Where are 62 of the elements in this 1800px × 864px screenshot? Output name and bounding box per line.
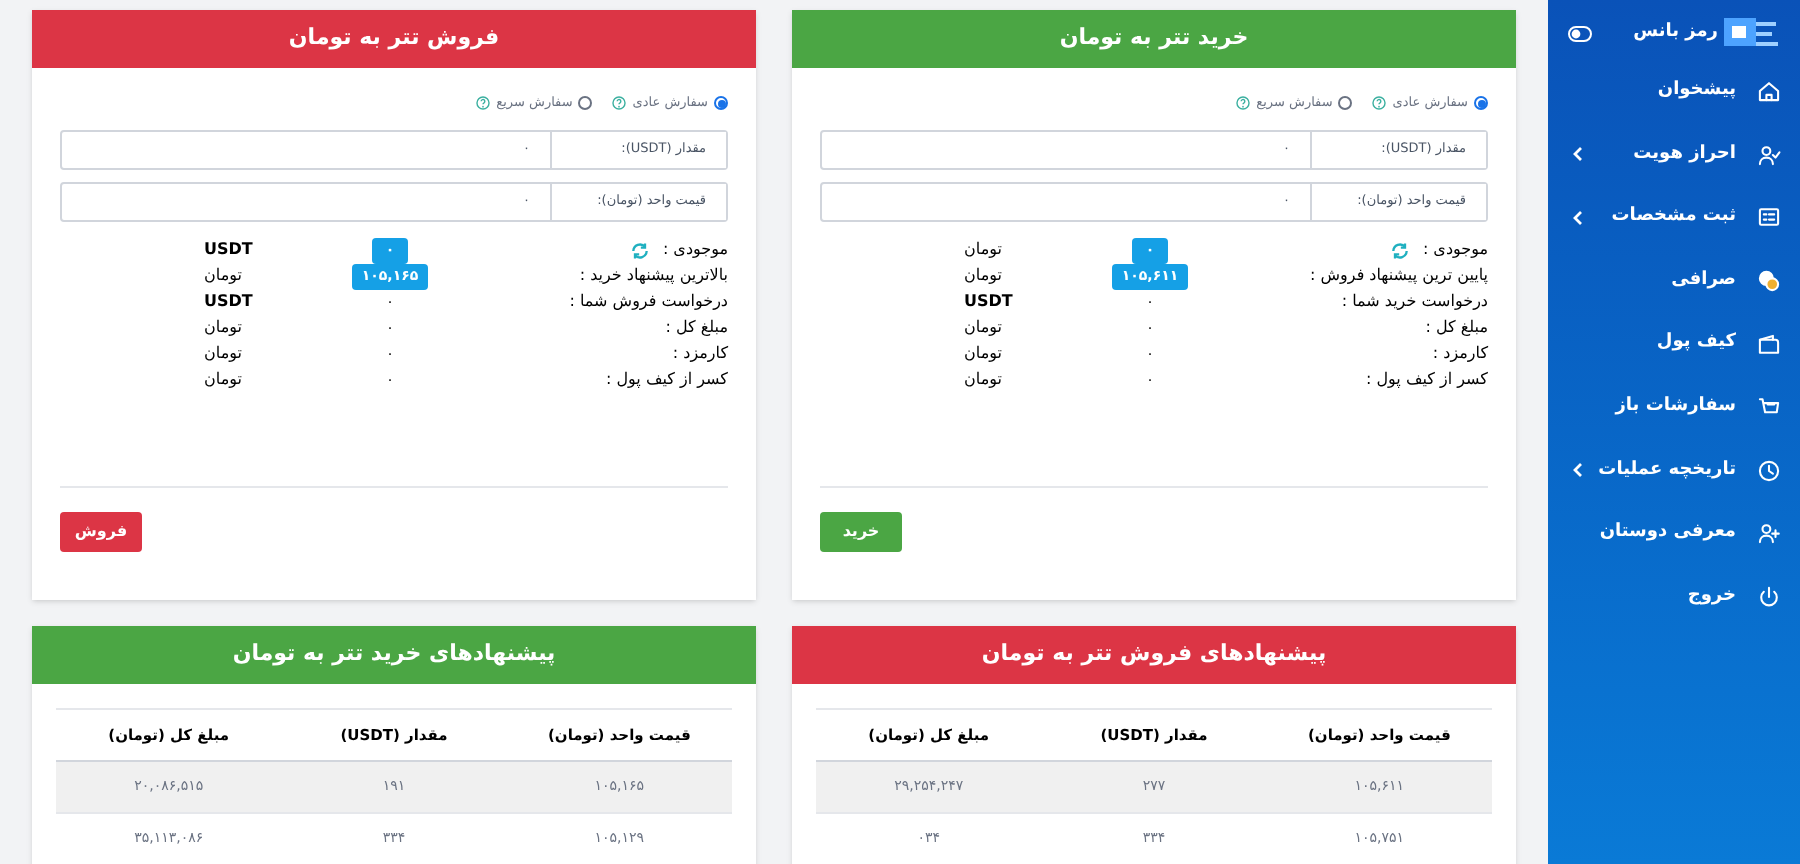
coins-icon bbox=[1756, 268, 1782, 295]
sidebar-item[interactable]: خروج bbox=[1548, 565, 1800, 629]
info-label: مبلغ کل : bbox=[665, 316, 728, 341]
user-check-icon bbox=[1756, 141, 1782, 168]
help-icon[interactable] bbox=[1372, 96, 1387, 111]
radio-button[interactable] bbox=[714, 96, 728, 111]
logo-text: رمز بانس bbox=[1633, 20, 1718, 47]
unit-label: تومان bbox=[204, 342, 244, 367]
unit-label: USDT bbox=[204, 238, 255, 263]
wallet-icon bbox=[1756, 331, 1782, 358]
clock-icon bbox=[1756, 457, 1782, 484]
info-label: درخواست خرید شما : bbox=[1341, 290, 1488, 315]
refresh-icon[interactable] bbox=[630, 241, 651, 260]
radio-button[interactable] bbox=[1474, 96, 1488, 111]
card-title: خرید تتر به تومان bbox=[792, 10, 1516, 68]
card-title: فروش تتر به تومان bbox=[32, 10, 756, 68]
unit-label: تومان bbox=[964, 264, 1004, 289]
unit-label: USDT bbox=[964, 290, 1015, 315]
info-label: پایین ترین پیشنهاد فروش : bbox=[1310, 264, 1488, 289]
info-label: بالاترین پیشنهاد خرید : bbox=[579, 264, 728, 289]
submit-button[interactable]: خرید bbox=[820, 512, 902, 552]
info-label: کسر از کیف پول : bbox=[1366, 368, 1488, 393]
unit-label: تومان bbox=[204, 368, 244, 393]
user-plus-icon bbox=[1756, 520, 1782, 547]
unit-label: USDT bbox=[204, 290, 255, 315]
help-icon[interactable] bbox=[1236, 96, 1251, 111]
sidebar-item[interactable]: ثبت مشخصات bbox=[1548, 186, 1800, 250]
info-label: درخواست فروش شما : bbox=[569, 290, 728, 315]
sidebar-item[interactable]: احراز هویت bbox=[1548, 123, 1800, 187]
sidebar-item[interactable]: تاریخچه عملیات bbox=[1548, 439, 1800, 503]
submit-button[interactable]: فروش bbox=[60, 512, 142, 552]
info-label: کسر از کیف پول : bbox=[606, 368, 728, 393]
sidebar-item[interactable]: معرفی دوستان bbox=[1548, 502, 1800, 566]
sidebar-item[interactable]: سفارشات باز bbox=[1548, 375, 1800, 440]
info-label: موجودی : bbox=[662, 238, 728, 263]
refresh-icon[interactable] bbox=[1390, 241, 1411, 260]
help-icon[interactable] bbox=[612, 96, 627, 111]
unit-label: تومان bbox=[964, 342, 1004, 367]
chevron-icon bbox=[1572, 462, 1584, 479]
sidebar-item[interactable]: کیف پول bbox=[1548, 312, 1800, 376]
unit-label: تومان bbox=[964, 316, 1004, 341]
home-icon bbox=[1756, 78, 1782, 105]
radio-button[interactable] bbox=[578, 96, 593, 111]
info-label: کارمزد : bbox=[1432, 342, 1488, 367]
chevron-icon bbox=[1572, 209, 1584, 226]
unit-label: تومان bbox=[964, 238, 1004, 263]
chevron-icon bbox=[1572, 146, 1584, 163]
sidebar-item[interactable]: پیشخوان bbox=[1548, 60, 1800, 124]
info-label: کارمزد : bbox=[672, 342, 728, 367]
card-title: پیشنهادهای خرید تتر به تومان bbox=[32, 626, 756, 684]
unit-label: تومان bbox=[964, 368, 1004, 393]
form-icon bbox=[1756, 204, 1782, 231]
info-label: موجودی : bbox=[1422, 238, 1488, 263]
toggle-icon[interactable] bbox=[1568, 26, 1592, 42]
info-label: مبلغ کل : bbox=[1425, 316, 1488, 341]
sidebar-item[interactable]: صرافی bbox=[1548, 249, 1800, 313]
unit-label: تومان bbox=[204, 264, 244, 289]
unit-label: تومان bbox=[204, 316, 244, 341]
card-title: پیشنهادهای فروش تتر به تومان bbox=[792, 626, 1516, 684]
power-icon bbox=[1756, 584, 1782, 611]
radio-button[interactable] bbox=[1338, 96, 1353, 111]
help-icon[interactable] bbox=[476, 96, 491, 111]
